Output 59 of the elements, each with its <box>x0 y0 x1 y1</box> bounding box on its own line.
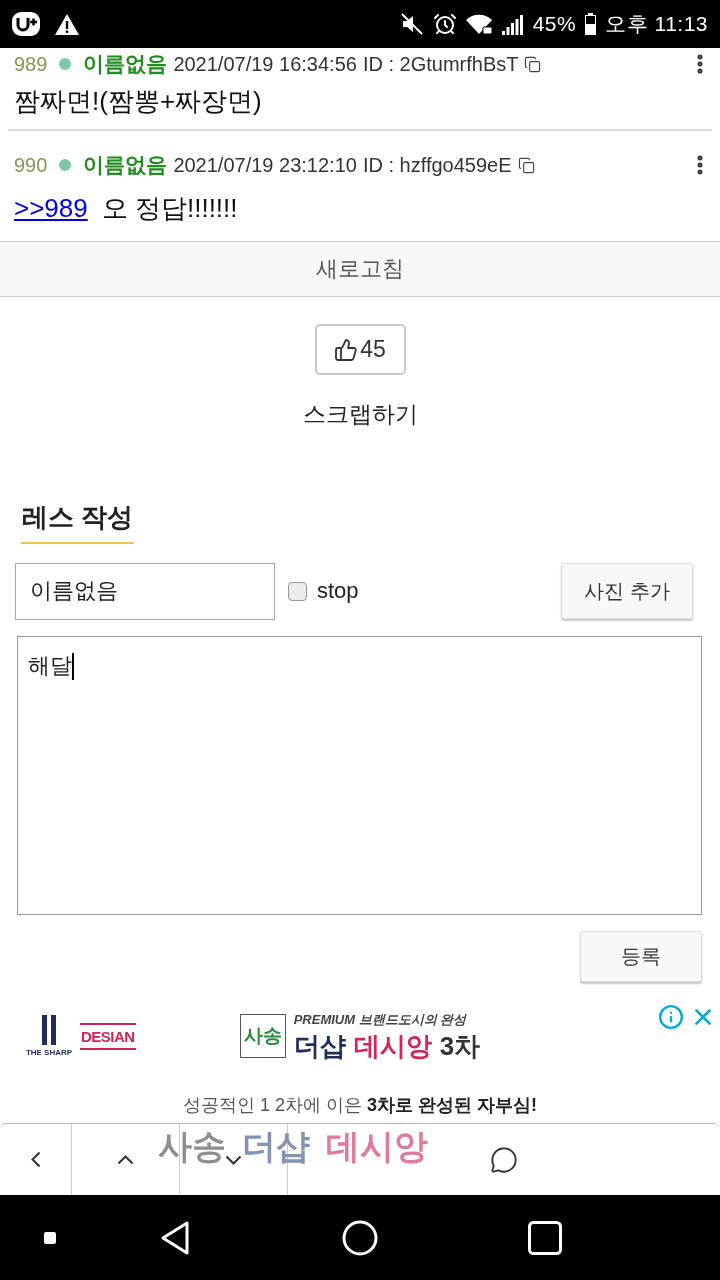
ad-faded-title: 더샵 <box>242 1126 310 1167</box>
user-id: ID : hzffgo459eE <box>362 153 512 177</box>
battery-icon <box>585 13 597 35</box>
stop-checkbox[interactable] <box>288 581 307 601</box>
home-nav-button[interactable] <box>342 1219 378 1256</box>
chevron-down-icon <box>225 1154 242 1165</box>
back-triangle-icon <box>159 1219 191 1256</box>
status-dot-icon <box>59 58 72 70</box>
ad-title: 3차 <box>439 1031 481 1061</box>
post-date: 2021/07/19 23:12:10 <box>173 153 357 177</box>
copy-icon[interactable] <box>517 156 535 174</box>
ad-slogan: 성공적인 1 2차에 이은 3차로 완성된 자부심! <box>181 1094 538 1117</box>
back-nav-button[interactable] <box>159 1219 191 1256</box>
text-cursor-icon <box>72 653 74 680</box>
recents-square-icon <box>528 1220 562 1255</box>
alarm-icon <box>432 12 457 36</box>
warning-icon <box>54 12 80 36</box>
refresh-button[interactable]: 새로고침 <box>0 241 720 297</box>
battery-percentage: 45% <box>532 12 577 36</box>
like-button[interactable]: 45 <box>314 324 406 375</box>
logo-badge: 사송 <box>239 1014 286 1058</box>
signal-icon <box>501 13 524 35</box>
recents-nav-button[interactable] <box>528 1220 562 1255</box>
user-id: ID : 2GtumrfhBsT <box>362 52 519 76</box>
thumbs-up-icon <box>334 337 359 362</box>
body-field[interactable]: 해달 <box>17 636 702 915</box>
status-dot-icon <box>59 159 72 171</box>
checkbox-label: stop <box>317 578 359 604</box>
logo-icon <box>12 12 40 36</box>
ad-faded-title: 데시앙 <box>326 1126 428 1167</box>
ad-title: 더샵 <box>293 1031 346 1061</box>
copy-icon[interactable] <box>524 55 542 73</box>
ad-tagline: PREMIUM 브랜드도시의 완성 <box>293 1011 468 1029</box>
wifi-icon <box>465 13 493 35</box>
name-field[interactable]: 이름없음 <box>15 562 275 620</box>
brand-logo: DESIAN <box>80 1022 136 1050</box>
add-photo-button[interactable]: 사진 추가 <box>561 563 693 619</box>
speech-bubble-icon <box>490 1145 518 1174</box>
post-date: 2021/07/19 16:34:56 <box>173 52 357 76</box>
ad-title: 데시앙 <box>353 1031 432 1061</box>
scrap-link[interactable]: 스크랩하기 <box>302 399 418 429</box>
chevron-up-icon <box>117 1154 134 1165</box>
pillar-logo-icon <box>42 1015 56 1045</box>
submit-button[interactable]: 등록 <box>580 931 702 982</box>
home-circle-icon <box>342 1219 378 1256</box>
mute-icon <box>399 12 424 36</box>
post-text: >>989 오 정답!!!!!!! <box>14 192 239 225</box>
post-text: 짬짜면!(짬뽕+짜장면) <box>14 85 263 118</box>
post-number: 989 <box>14 52 48 76</box>
info-icon[interactable] <box>658 1004 684 1030</box>
clock-time: 오후 11:13 <box>605 11 708 37</box>
section-title: 레스 작성 <box>21 500 135 544</box>
ad-faded-title: 사송 <box>158 1126 226 1167</box>
post-number: 990 <box>14 153 48 177</box>
author-name: 이름없음 <box>83 51 168 77</box>
brand-logo-text: THE SHARP <box>25 1048 73 1057</box>
chevron-left-icon <box>30 1151 41 1168</box>
reply-link[interactable]: >>989 <box>14 193 88 223</box>
author-name: 이름없음 <box>83 152 168 178</box>
